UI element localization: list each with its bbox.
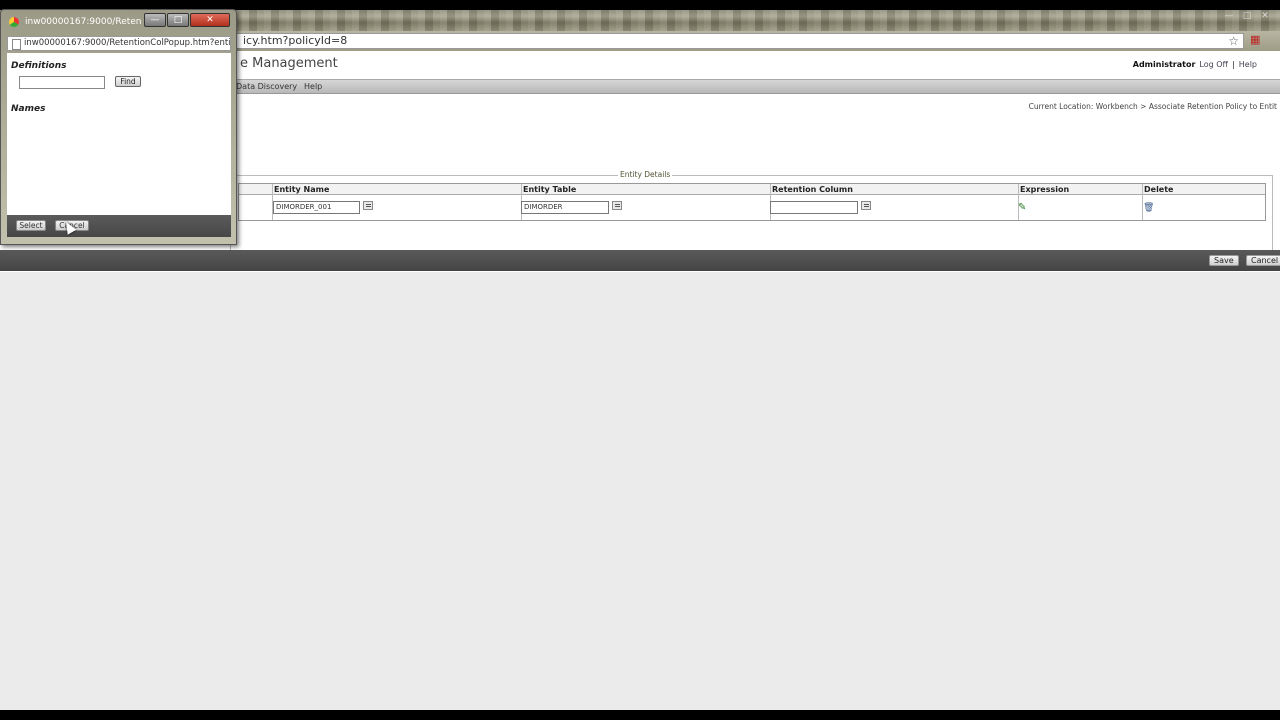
help-link[interactable]: Help: [1239, 60, 1257, 69]
fieldset-legend: Entity Details: [618, 170, 673, 179]
names-label: Names: [11, 104, 46, 114]
retention-column-picker-icon[interactable]: [861, 201, 871, 210]
cancel-button[interactable]: Cancel: [1246, 255, 1280, 266]
expression-edit-icon[interactable]: ✎: [1018, 203, 1026, 213]
popup-body: Definitions Find Names: [7, 53, 231, 215]
entity-table-picker-icon[interactable]: [612, 201, 622, 210]
column-header-entity-name: Entity Name: [274, 185, 330, 194]
maximize-icon[interactable]: □: [1240, 11, 1254, 23]
save-button[interactable]: Save: [1209, 255, 1239, 266]
popup-address-bar[interactable]: inw00000167:9000/RetentionColPopup.htm?e…: [7, 36, 231, 51]
definitions-label: Definitions: [11, 61, 67, 71]
menu-item-help[interactable]: Help: [304, 82, 322, 91]
menu-item-data-discovery[interactable]: Data Discovery: [236, 82, 297, 91]
entity-grid: Entity Name Entity Table Retention Colum…: [238, 183, 1266, 221]
popup-title: inw00000167:9000/Reten...: [25, 17, 141, 27]
bookmark-star-icon[interactable]: ☆: [1228, 34, 1239, 48]
grid-divider: [1142, 184, 1143, 220]
entity-name-picker-icon[interactable]: [363, 201, 373, 210]
retention-column-field[interactable]: [770, 201, 858, 214]
trash-icon[interactable]: 🗑: [1143, 203, 1154, 213]
separator: |: [1232, 60, 1235, 69]
select-button[interactable]: Select: [16, 220, 46, 231]
column-header-delete: Delete: [1144, 185, 1174, 194]
log-off-link[interactable]: Log Off: [1199, 60, 1228, 69]
column-header-expression: Expression: [1020, 185, 1070, 194]
find-button[interactable]: Find: [115, 76, 141, 87]
popup-close-icon[interactable]: ✕: [190, 13, 230, 27]
entity-table-field[interactable]: DIMORDER: [521, 201, 609, 214]
page-title: e Management: [240, 56, 338, 71]
breadcrumb: Current Location: Workbench > Associate …: [1028, 102, 1277, 111]
entity-name-field[interactable]: DIMORDER_001: [273, 201, 360, 214]
window-controls: — □ ✕: [1222, 11, 1272, 23]
popup-titlebar: inw00000167:9000/Reten... — □ ✕: [1, 10, 238, 32]
popup-minimize-icon[interactable]: —: [144, 13, 166, 27]
definitions-input[interactable]: [19, 76, 105, 89]
address-bar[interactable]: icy.htm?policyId=8 ☆: [230, 33, 1244, 49]
column-header-entity-table: Entity Table: [523, 185, 577, 194]
action-footer: Save Cancel: [0, 250, 1280, 271]
popup-footer: Select Cancel: [7, 215, 231, 237]
grid-header: Entity Name Entity Table Retention Colum…: [239, 184, 1265, 195]
address-text: icy.htm?policyId=8: [243, 34, 348, 47]
popup-maximize-icon[interactable]: □: [167, 13, 189, 27]
letterbox-bottom: [0, 710, 1280, 720]
close-icon[interactable]: ✕: [1258, 11, 1272, 23]
minimize-icon[interactable]: —: [1222, 11, 1236, 23]
pdf-extension-icon[interactable]: ▦: [1250, 33, 1262, 47]
column-header-retention-column: Retention Column: [772, 185, 853, 194]
username: Administrator: [1132, 60, 1196, 69]
user-menu: Administrator Log Off | Help: [1133, 60, 1257, 69]
retention-column-popup: inw00000167:9000/Reten... — □ ✕ inw00000…: [0, 9, 237, 245]
chrome-icon: [9, 17, 19, 27]
